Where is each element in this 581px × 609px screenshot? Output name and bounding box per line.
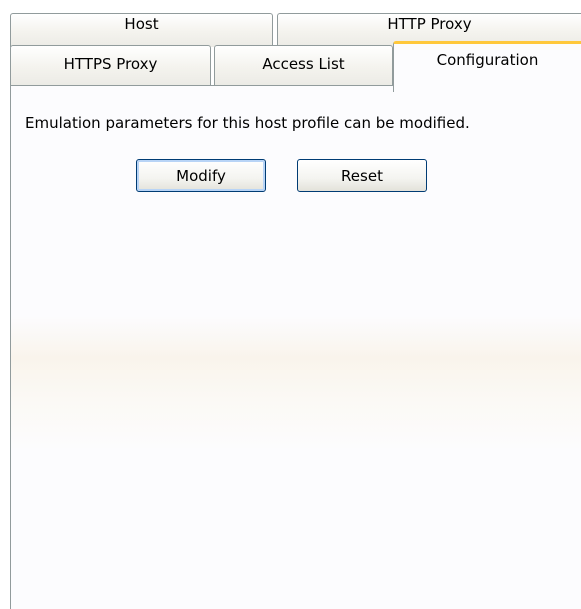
tab-http-proxy-label: HTTP Proxy — [387, 15, 472, 33]
tab-access-list[interactable]: Access List — [214, 45, 393, 85]
modify-button[interactable]: Modify — [136, 159, 266, 192]
tab-configuration[interactable]: Configuration — [393, 41, 581, 92]
tab-host[interactable]: Host — [10, 13, 273, 47]
tab-control-window: Host HTTP Proxy HTTPS Proxy Access List … — [0, 0, 581, 609]
tab-host-label: Host — [124, 15, 159, 33]
reset-button[interactable]: Reset — [297, 159, 427, 192]
tab-https-proxy[interactable]: HTTPS Proxy — [10, 45, 211, 85]
panel-description: Emulation parameters for this host profi… — [25, 114, 470, 132]
tab-configuration-label: Configuration — [436, 51, 539, 69]
tab-access-list-label: Access List — [262, 55, 345, 73]
tab-https-proxy-label: HTTPS Proxy — [63, 55, 158, 73]
configuration-panel — [10, 85, 581, 609]
